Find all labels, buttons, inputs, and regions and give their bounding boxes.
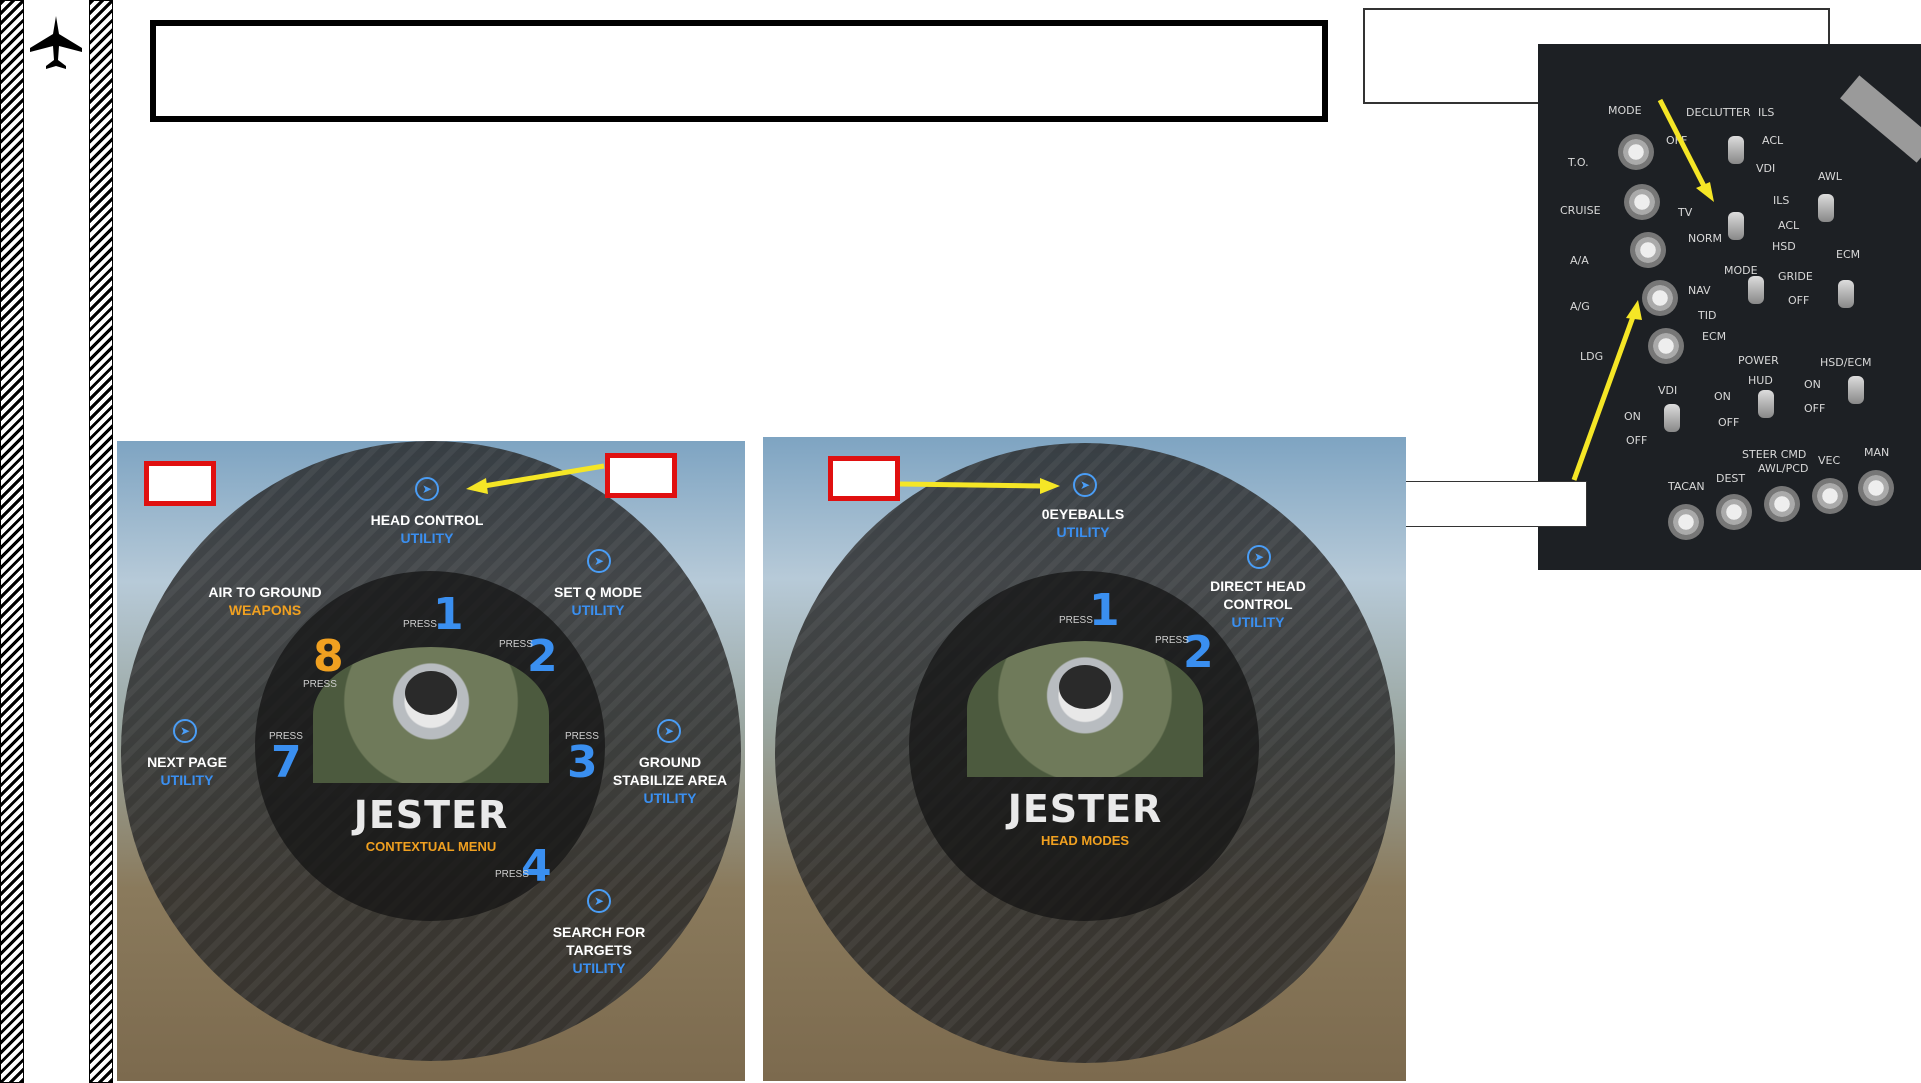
menu-item-category: UTILITY: [160, 772, 214, 788]
panel-label-awl: AWL: [1818, 170, 1842, 183]
menu-item-set-q-mode[interactable]: SET Q MODE UTILITY: [533, 583, 663, 619]
press-label: PRESS: [303, 679, 337, 690]
panel-hsd-mode-toggle: [1748, 276, 1764, 304]
panel-label-steer-cmd: STEER CMD: [1742, 448, 1807, 461]
jester-avatar: [967, 641, 1203, 777]
menu-item-next-page[interactable]: NEXT PAGE UTILITY: [127, 753, 247, 789]
direct-head-control-icon: ➤: [1247, 545, 1271, 569]
ground-stabilize-icon: ➤: [657, 719, 681, 743]
menu-item-label: DIRECT HEAD CONTROL: [1210, 578, 1306, 612]
panel-label-acl-2: ACL: [1778, 219, 1800, 232]
menu-item-label: SEARCH FOR TARGETS: [552, 924, 646, 958]
panel-dest-button: [1716, 494, 1752, 530]
panel-hsd-ecm-power-toggle: [1848, 376, 1864, 404]
panel-label-awl-pcd: AWL/PCD: [1758, 462, 1809, 475]
menu-key-1: 1: [433, 589, 464, 640]
panel-arrows: [1571, 98, 1714, 481]
panel-ecm-toggle: [1838, 280, 1854, 308]
press-label: PRESS: [1059, 615, 1093, 626]
menu-item-category: UTILITY: [643, 790, 697, 806]
press-label: PRESS: [495, 869, 529, 880]
menu-item-eyeballs[interactable]: 0EYEBALLS UTILITY: [1013, 505, 1153, 541]
menu-item-ground-stabilize-area[interactable]: GROUND STABILIZE AREA UTILITY: [607, 753, 733, 807]
head-control-icon: ➤: [415, 477, 439, 501]
menu-key-7: 7: [271, 737, 302, 788]
panel-label-hsd: HSD: [1772, 240, 1796, 253]
panel-declutter-toggle: [1728, 136, 1744, 164]
menu-key-1: 1: [1089, 585, 1120, 636]
panel-awl-pcd-button: [1764, 486, 1800, 522]
menu-key-8: 8: [313, 631, 344, 682]
menu-item-label: AIR TO GROUND: [208, 584, 322, 600]
panel-tacan-button: [1668, 504, 1704, 540]
panel-label-ils: ILS: [1758, 106, 1775, 119]
menu-item-air-to-ground[interactable]: AIR TO GROUND WEAPONS: [195, 583, 335, 619]
panel-man-button: [1858, 470, 1894, 506]
menu-item-label: GROUND STABILIZE AREA: [612, 754, 728, 788]
jet-icon: [28, 14, 84, 74]
left-border-stripe: [0, 0, 24, 1083]
right-border-stripe: [89, 0, 113, 1083]
menu-item-label: NEXT PAGE: [147, 754, 227, 770]
menu-item-head-control[interactable]: HEAD CONTROL UTILITY: [357, 511, 497, 547]
panel-label-ils-2: ILS: [1773, 194, 1790, 207]
set-q-mode-icon: ➤: [587, 549, 611, 573]
jester-avatar: [313, 647, 549, 783]
panel-label-ecm: ECM: [1836, 248, 1861, 261]
panel-hud-power-toggle: [1758, 390, 1774, 418]
callout-box-left-1: [144, 461, 216, 506]
menu-center-title: JESTER: [1007, 787, 1163, 831]
jester-head-modes-screenshot: JESTER HEAD MODES ➤ 0EYEBALLS UTILITY 1 …: [763, 437, 1406, 1081]
press-label: PRESS: [565, 731, 599, 742]
callout-box-right-1: [828, 456, 900, 501]
menu-key-3: 3: [567, 737, 598, 788]
press-label: PRESS: [1155, 635, 1189, 646]
search-targets-icon: ➤: [587, 889, 611, 913]
menu-item-category: UTILITY: [400, 530, 454, 546]
panel-label-off-2: OFF: [1788, 294, 1810, 307]
menu-center-title: JESTER: [353, 793, 509, 837]
menu-item-direct-head-control[interactable]: DIRECT HEAD CONTROL UTILITY: [1193, 577, 1323, 631]
panel-vdi-mode-toggle: [1728, 212, 1744, 240]
menu-item-label: HEAD CONTROL: [370, 512, 484, 528]
panel-label-hud: HUD: [1748, 374, 1773, 387]
panel-awl-toggle: [1818, 194, 1834, 222]
panel-vec-button: [1812, 478, 1848, 514]
panel-label-acl: ACL: [1762, 134, 1784, 147]
eyeballs-icon: ➤: [1073, 473, 1097, 497]
menu-item-search-for-targets[interactable]: SEARCH FOR TARGETS UTILITY: [521, 923, 677, 977]
menu-key-4: 4: [521, 841, 552, 892]
panel-label-hsd-ecm: HSD/ECM: [1820, 356, 1872, 369]
menu-item-category: UTILITY: [572, 960, 626, 976]
next-page-icon: ➤: [173, 719, 197, 743]
press-label: PRESS: [499, 639, 533, 650]
panel-label-on-3: ON: [1804, 378, 1821, 391]
panel-label-gride: GRIDE: [1778, 270, 1813, 283]
menu-center-subtitle: CONTEXTUAL MENU: [365, 839, 497, 854]
jester-contextual-menu-screenshot: JESTER CONTEXTUAL MENU ➤ HEAD CONTROL UT…: [117, 441, 745, 1081]
menu-item-label: 0EYEBALLS: [1041, 506, 1125, 522]
callout-box-left-2: [605, 453, 677, 498]
panel-label-vdi: VDI: [1756, 162, 1776, 175]
title-box: [150, 20, 1328, 122]
panel-label-man: MAN: [1864, 446, 1890, 459]
press-label: PRESS: [269, 731, 303, 742]
menu-item-category: UTILITY: [1056, 524, 1110, 540]
menu-item-category: WEAPONS: [228, 602, 302, 618]
menu-item-category: UTILITY: [571, 602, 625, 618]
menu-center-subtitle: HEAD MODES: [1040, 833, 1130, 848]
press-label: PRESS: [403, 619, 437, 630]
menu-item-label: SET Q MODE: [554, 584, 642, 600]
panel-label-power: POWER: [1738, 354, 1779, 367]
panel-label-off-5: OFF: [1804, 402, 1826, 415]
panel-label-vec: VEC: [1818, 454, 1841, 467]
